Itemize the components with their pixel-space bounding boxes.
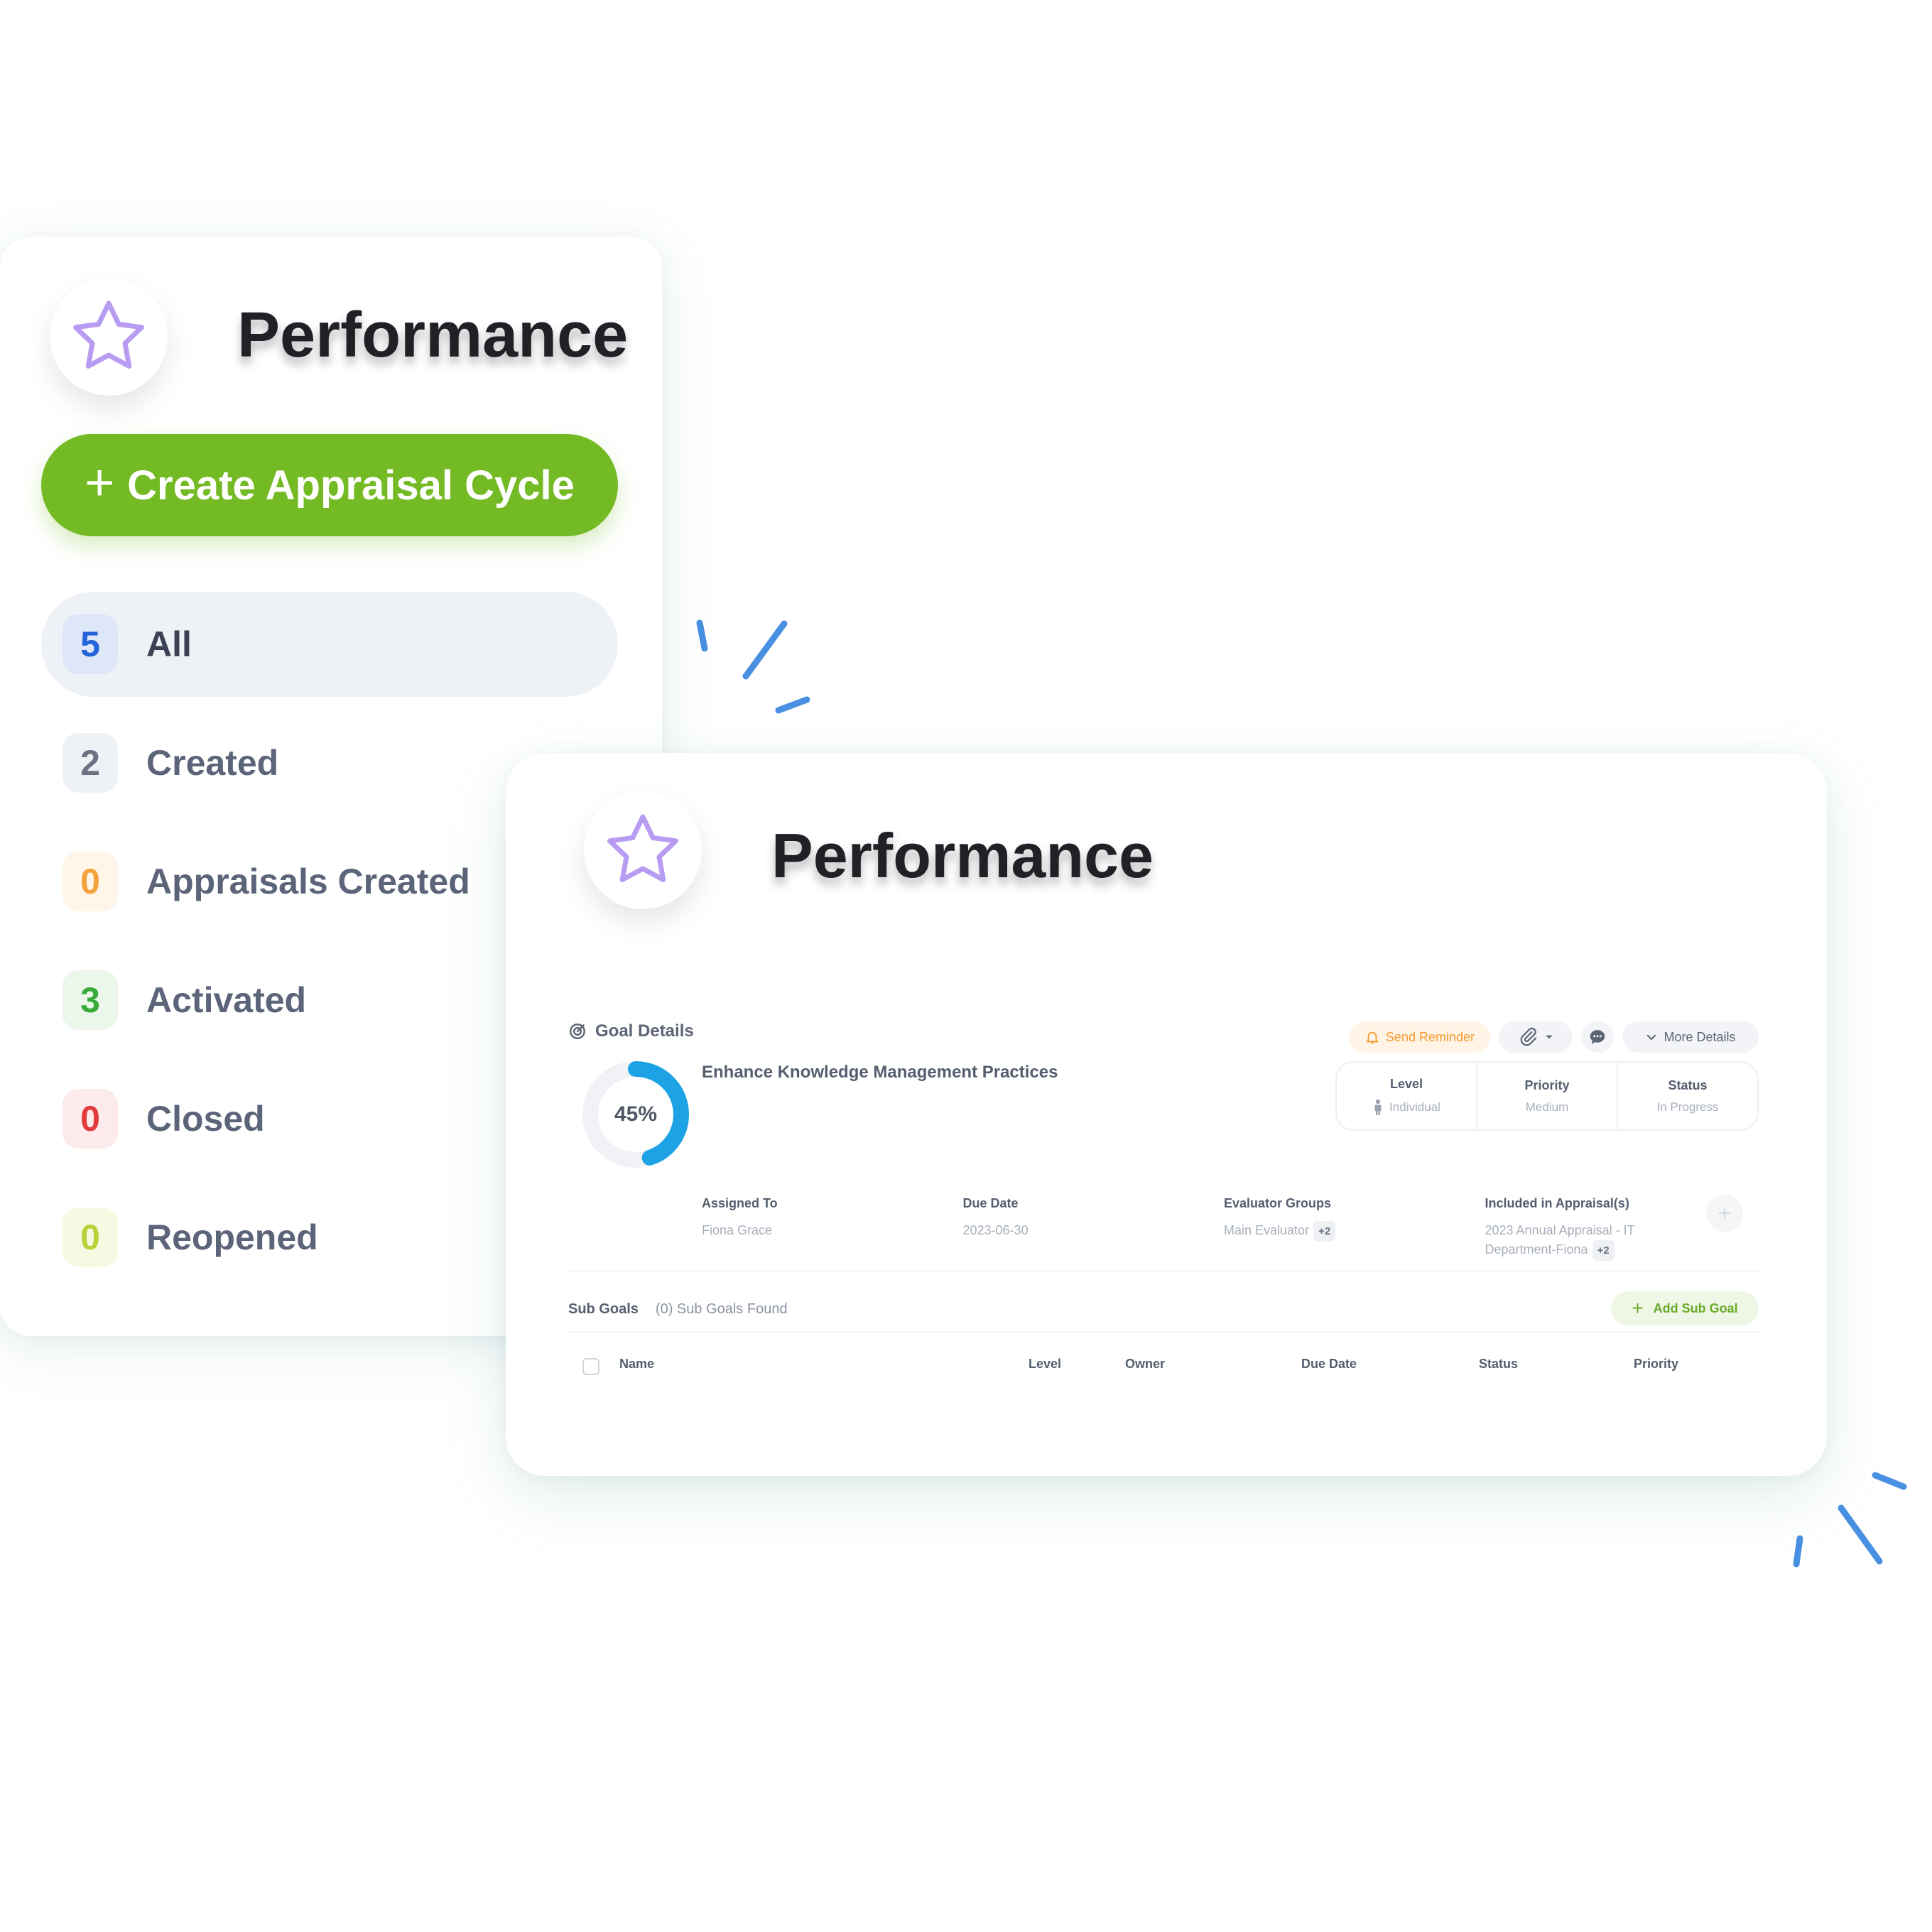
- filter-label: Reopened: [146, 1217, 318, 1257]
- col-level[interactable]: Level: [1029, 1357, 1061, 1372]
- due-date: Due Date 2023-06-30: [963, 1196, 1225, 1261]
- page-title: Performance: [771, 820, 1154, 891]
- progress-percent: 45%: [614, 1102, 658, 1126]
- add-appraisal-button[interactable]: [1706, 1195, 1743, 1232]
- send-reminder-button[interactable]: Send Reminder: [1348, 1021, 1490, 1053]
- col-due-date[interactable]: Due Date: [1301, 1357, 1357, 1372]
- more-details-button[interactable]: More Details: [1622, 1021, 1759, 1053]
- goal-detail-row: Assigned To Fiona Grace Due Date 2023-06…: [702, 1196, 1746, 1261]
- decor-stroke: [1872, 1472, 1907, 1490]
- sub-goals-title: Sub Goals: [568, 1301, 639, 1317]
- assigned-to-label: Assigned To: [702, 1196, 778, 1210]
- evaluator-groups-label: Evaluator Groups: [1224, 1196, 1332, 1210]
- paperclip-icon: [1520, 1027, 1537, 1046]
- decor-stroke: [1838, 1504, 1883, 1565]
- decor-stroke: [775, 696, 810, 714]
- goal-title: Enhance Knowledge Management Practices: [702, 1063, 1058, 1082]
- filter-label: All: [146, 624, 192, 664]
- included-more-badge[interactable]: +2: [1592, 1240, 1614, 1261]
- person-icon: [1374, 1099, 1382, 1115]
- count-badge: 3: [63, 970, 118, 1030]
- decor-stroke: [742, 620, 788, 680]
- create-button-label: Create Appraisal Cycle: [127, 462, 575, 509]
- section-divider: [568, 1331, 1759, 1333]
- due-date-value: 2023-06-30: [962, 1223, 1029, 1237]
- evaluator-groups-value-wrap: Main Evaluator +2: [1224, 1221, 1485, 1242]
- meta-level: Level Individual: [1337, 1063, 1477, 1129]
- page-title: Performance: [237, 300, 629, 371]
- included-value-line2-wrap: Department-Fiona +2: [1485, 1240, 1747, 1261]
- meta-priority-label: Priority: [1524, 1078, 1570, 1092]
- chevron-down-icon: [1647, 1034, 1656, 1040]
- add-sub-goal-label: Add Sub Goal: [1653, 1301, 1738, 1315]
- goal-details-header: Goal Details: [568, 1021, 694, 1041]
- due-date-label: Due Date: [962, 1196, 1019, 1210]
- star-icon-badge: [584, 791, 702, 909]
- decor-stroke: [696, 619, 708, 652]
- goal-meta-box: Level Individual Priority Medium Status: [1335, 1061, 1759, 1131]
- meta-level-label: Level: [1389, 1076, 1423, 1091]
- sub-goals-count: (0) Sub Goals Found: [655, 1301, 788, 1317]
- meta-priority: Priority Medium: [1477, 1063, 1618, 1129]
- goal-details-label: Goal Details: [595, 1021, 694, 1041]
- meta-status-label: Status: [1668, 1078, 1708, 1092]
- plus-icon: [1718, 1207, 1731, 1220]
- select-all-checkbox[interactable]: [582, 1358, 599, 1375]
- count-badge: 0: [63, 1208, 118, 1267]
- sub-goals-table-header: Name Level Owner Due Date Status Priorit…: [568, 1350, 1759, 1381]
- caret-down-icon: [1546, 1035, 1553, 1039]
- section-divider: [568, 1270, 1759, 1271]
- meta-priority-value: Medium: [1525, 1100, 1569, 1114]
- count-badge: 5: [63, 614, 118, 674]
- count-badge: 2: [63, 733, 118, 793]
- count-badge: 0: [63, 852, 118, 911]
- star-icon: [73, 300, 144, 369]
- evaluator-groups-more-badge[interactable]: +2: [1313, 1221, 1336, 1242]
- goal-details-card: Performance Goal Details 45% Enhance Kno…: [506, 753, 1827, 1476]
- more-details-label: More Details: [1664, 1029, 1736, 1044]
- filter-item-all[interactable]: 5 All: [41, 592, 618, 697]
- decor-stroke: [1793, 1535, 1803, 1568]
- meta-level-value-wrap: Individual: [1372, 1099, 1440, 1116]
- add-sub-goal-button[interactable]: + Add Sub Goal: [1611, 1291, 1759, 1325]
- plus-icon: +: [85, 455, 115, 511]
- goal-action-bar: Send Reminder More Details: [1348, 1021, 1759, 1053]
- filter-label: Appraisals Created: [146, 862, 470, 901]
- meta-level-value: Individual: [1389, 1100, 1440, 1114]
- chat-bubble-icon: [1590, 1030, 1605, 1044]
- star-icon: [607, 814, 678, 882]
- col-priority[interactable]: Priority: [1634, 1357, 1678, 1372]
- col-name[interactable]: Name: [619, 1357, 654, 1372]
- evaluator-groups: Evaluator Groups Main Evaluator +2: [1224, 1196, 1485, 1261]
- count-badge: 0: [63, 1089, 118, 1149]
- filter-label: Closed: [146, 1099, 265, 1139]
- target-icon: [570, 1024, 585, 1039]
- attachment-dropdown[interactable]: [1499, 1021, 1573, 1053]
- star-icon-badge: [50, 278, 168, 396]
- create-appraisal-cycle-button[interactable]: + Create Appraisal Cycle: [41, 434, 618, 536]
- col-owner[interactable]: Owner: [1125, 1357, 1165, 1372]
- col-status[interactable]: Status: [1479, 1357, 1518, 1372]
- plus-icon: +: [1632, 1297, 1644, 1319]
- filter-label: Created: [146, 743, 279, 783]
- meta-status: Status In Progress: [1618, 1063, 1757, 1129]
- send-reminder-label: Send Reminder: [1385, 1029, 1475, 1044]
- included-value-line1: 2023 Annual Appraisal - IT: [1485, 1223, 1635, 1237]
- comment-button[interactable]: [1581, 1021, 1614, 1053]
- goal-progress-ring: 45%: [580, 1058, 692, 1171]
- evaluator-groups-value: Main Evaluator: [1224, 1223, 1310, 1237]
- included-value-wrap: 2023 Annual Appraisal - IT Department-Fi…: [1485, 1221, 1747, 1261]
- stage: Performance + Create Appraisal Cycle 5 A…: [0, 0, 1932, 1932]
- meta-status-value: In Progress: [1656, 1100, 1719, 1114]
- included-value-line2: Department-Fiona: [1485, 1242, 1588, 1257]
- sub-goals-bar: Sub Goals (0) Sub Goals Found + Add Sub …: [568, 1291, 1759, 1327]
- assigned-to: Assigned To Fiona Grace: [702, 1196, 963, 1261]
- filter-label: Activated: [146, 980, 307, 1020]
- assigned-to-value: Fiona Grace: [702, 1223, 773, 1237]
- bell-icon: [1366, 1031, 1379, 1044]
